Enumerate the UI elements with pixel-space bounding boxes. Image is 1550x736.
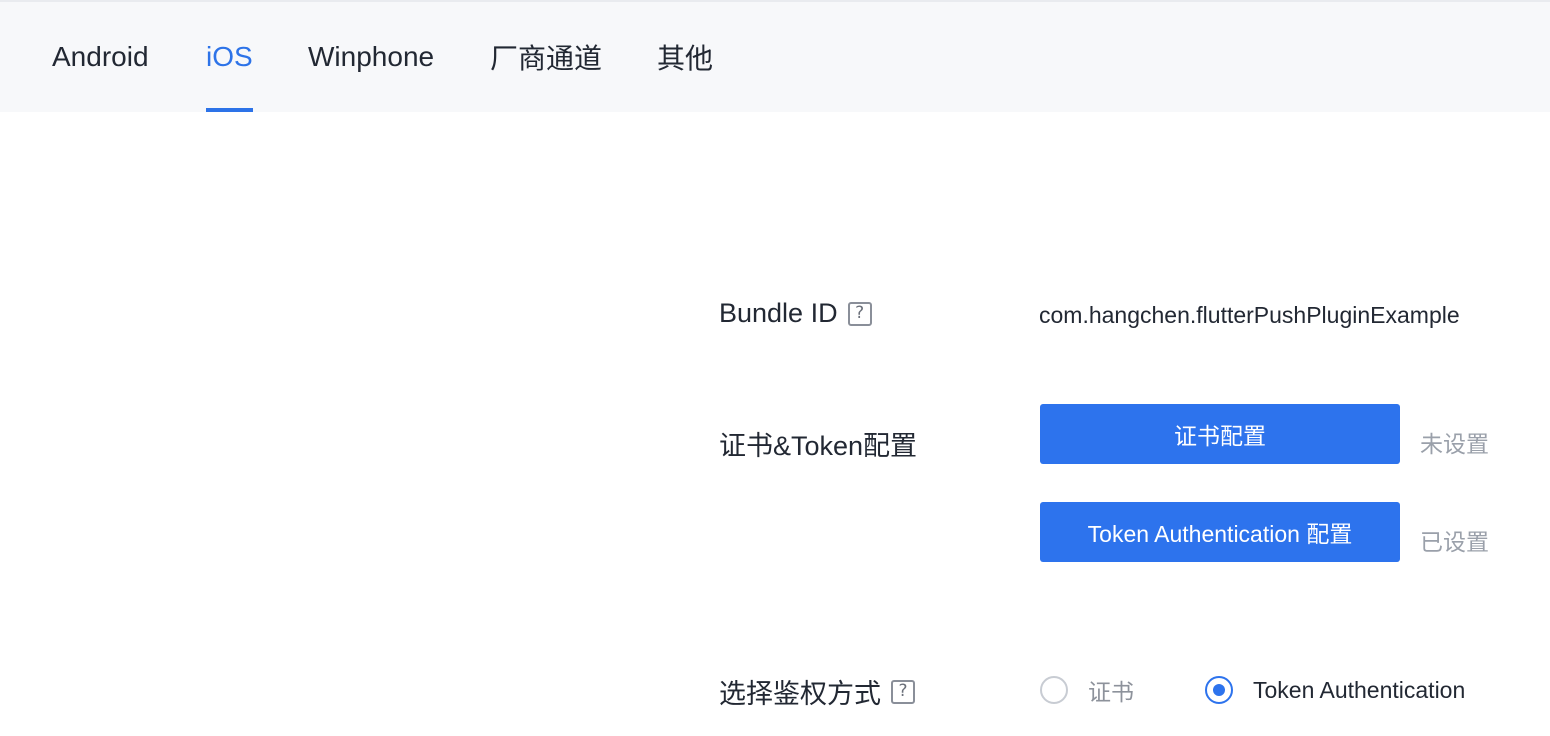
tab-other[interactable]: 其他 (657, 2, 713, 112)
bundle-id-label: Bundle ID (719, 298, 838, 328)
cert-config-button[interactable]: 证书配置 (1040, 404, 1400, 464)
tab-vendor-channel[interactable]: 厂商通道 (490, 2, 602, 112)
bundle-id-value: com.hangchen.flutterPushPluginExample (1039, 302, 1460, 328)
tab-ios[interactable]: iOS (206, 2, 253, 112)
radio-cert-label: 证书 (1088, 679, 1134, 705)
cert-status: 未设置 (1420, 431, 1489, 457)
bundle-id-label-row: Bundle ID ? (719, 298, 872, 329)
token-status: 已设置 (1420, 529, 1489, 555)
question-mark-icon[interactable]: ? (847, 301, 872, 326)
token-auth-config-button[interactable]: Token Authentication 配置 (1040, 502, 1400, 562)
auth-option-cert[interactable]: 证书 (1040, 674, 1134, 706)
tab-android[interactable]: Android (52, 2, 149, 112)
cert-token-label: 证书&Token配置 (719, 431, 918, 461)
push-config-page: Android iOS Winphone 厂商通道 其他 Bundle ID ?… (0, 0, 1550, 736)
platform-tab-bar: Android iOS Winphone 厂商通道 其他 (0, 0, 1550, 112)
radio-cert[interactable] (1040, 676, 1068, 704)
auth-option-token[interactable]: Token Authentication (1205, 674, 1465, 706)
auth-method-label: 选择鉴权方式 (719, 679, 881, 709)
tab-winphone[interactable]: Winphone (308, 2, 434, 112)
question-mark-icon[interactable]: ? (891, 679, 915, 704)
radio-token-auth[interactable] (1205, 676, 1233, 704)
radio-token-auth-label: Token Authentication (1253, 676, 1466, 703)
auth-method-label-row: 选择鉴权方式 ? (719, 672, 915, 711)
